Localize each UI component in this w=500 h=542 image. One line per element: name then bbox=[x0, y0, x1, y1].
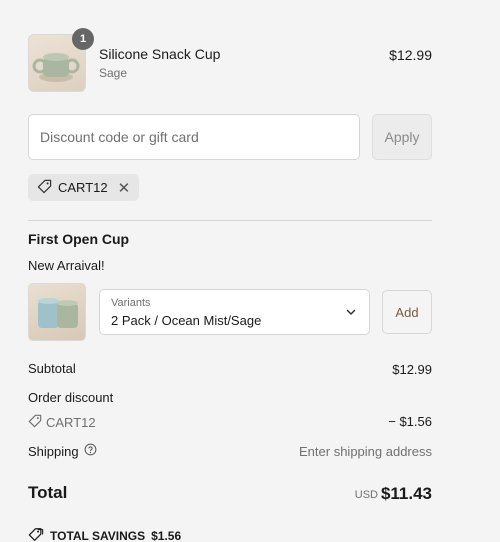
total-currency: USD bbox=[354, 489, 378, 501]
total-savings: TOTAL SAVINGS $1.56 bbox=[28, 527, 181, 542]
order-discount-label: Order discount bbox=[28, 390, 114, 405]
variant-select[interactable]: Variants 2 Pack / Ocean Mist/Sage bbox=[99, 289, 370, 335]
product-variant: Sage bbox=[99, 66, 128, 80]
shipping-row: Shipping bbox=[28, 443, 97, 459]
shipping-label: Shipping bbox=[28, 443, 79, 459]
tag-icon bbox=[28, 527, 44, 542]
applied-discount-code: CART12 bbox=[58, 180, 108, 195]
variant-select-value: 2 Pack / Ocean Mist/Sage bbox=[111, 313, 262, 328]
tag-icon bbox=[28, 414, 42, 431]
savings-label: TOTAL SAVINGS bbox=[50, 529, 146, 542]
apply-button[interactable]: Apply bbox=[372, 114, 432, 160]
order-discount-code-text: CART12 bbox=[46, 415, 96, 430]
product-name: Silicone Snack Cup bbox=[99, 46, 221, 62]
order-discount-value: − $1.56 bbox=[388, 414, 432, 429]
help-circle-icon[interactable] bbox=[84, 443, 97, 459]
subtotal-label: Subtotal bbox=[28, 361, 76, 376]
section-divider bbox=[28, 220, 432, 221]
subtotal-value: $12.99 bbox=[392, 362, 432, 377]
add-upsell-button[interactable]: Add bbox=[382, 290, 432, 334]
shipping-value: Enter shipping address bbox=[299, 444, 432, 459]
order-discount-code: CART12 bbox=[28, 414, 96, 431]
savings-value: $1.56 bbox=[151, 529, 182, 542]
discount-code-input[interactable] bbox=[28, 114, 360, 160]
close-icon[interactable]: ✕ bbox=[118, 179, 131, 197]
quantity-badge: 1 bbox=[72, 28, 94, 50]
total-label: Total bbox=[28, 483, 68, 502]
upsell-thumbnail bbox=[28, 283, 86, 341]
upsell-title: First Open Cup bbox=[28, 231, 130, 247]
upsell-subtitle: New Arraival! bbox=[28, 258, 105, 273]
product-price: $12.99 bbox=[389, 47, 432, 63]
total-value: $11.43 bbox=[380, 484, 432, 503]
tag-icon bbox=[37, 179, 52, 197]
applied-discount-chip: CART12 ✕ bbox=[28, 174, 140, 201]
chevron-down-icon bbox=[345, 305, 357, 323]
variant-select-label: Variants bbox=[111, 297, 151, 309]
